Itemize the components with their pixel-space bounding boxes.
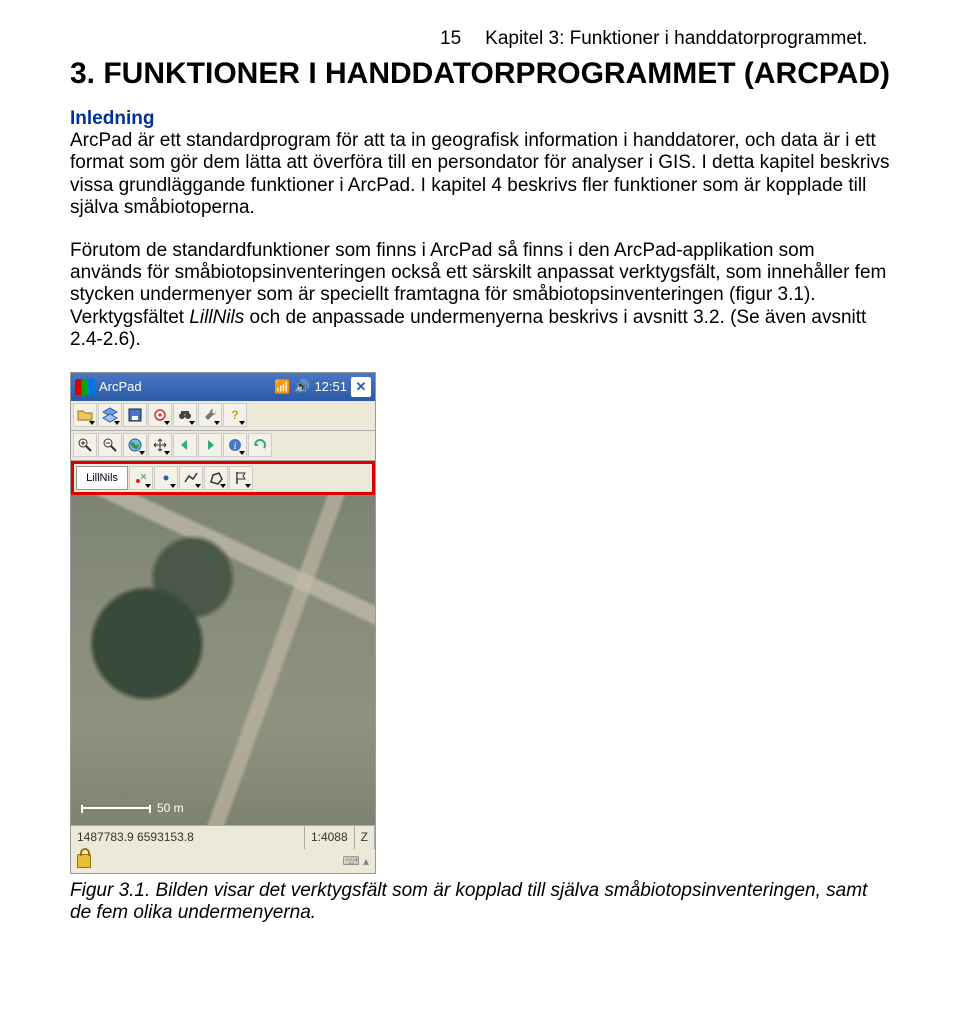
- lillnils-line-button[interactable]: [179, 466, 203, 490]
- lillnils-label[interactable]: LillNils: [76, 466, 128, 490]
- identify-button[interactable]: i: [223, 433, 247, 457]
- help-button[interactable]: ?: [223, 403, 247, 427]
- chevron-down-icon: [195, 484, 201, 488]
- question-icon: ?: [231, 408, 238, 422]
- zoom-out-button[interactable]: [98, 433, 122, 457]
- lillnils-dot-button[interactable]: [154, 466, 178, 490]
- lillnils-polygon-button[interactable]: [204, 466, 228, 490]
- gps-button[interactable]: [148, 403, 172, 427]
- close-button[interactable]: ✕: [351, 377, 371, 397]
- status-coords: 1487783.9 6593153.8: [71, 826, 305, 849]
- zoom-in-icon: [77, 437, 93, 453]
- status-scale: 1:4088: [305, 826, 355, 849]
- toolbar-navigation: i: [71, 431, 375, 461]
- disk-icon: [127, 407, 143, 423]
- chevron-down-icon: [145, 484, 151, 488]
- lock-icon[interactable]: [77, 854, 91, 868]
- lillnils-point-button[interactable]: [129, 466, 153, 490]
- chevron-down-icon: [139, 451, 145, 455]
- status-mode: Z: [355, 826, 375, 849]
- chevron-down-icon: [164, 421, 170, 425]
- toolbar-main: ?: [71, 401, 375, 431]
- figure-caption: Figur 3.1. Bilden visar det verktygsfält…: [70, 880, 890, 926]
- back-button[interactable]: [173, 433, 197, 457]
- chevron-down-icon: [170, 484, 176, 488]
- scalebar-line: [81, 807, 151, 809]
- find-button[interactable]: [173, 403, 197, 427]
- section-title: 3. FUNKTIONER I HANDDATORPROGRAMMET (ARC…: [70, 56, 890, 92]
- forward-button[interactable]: [198, 433, 222, 457]
- titlebar: ArcPad 📶 🔊 12:51 ✕: [71, 373, 375, 401]
- volume-icon: 🔊: [294, 379, 310, 395]
- tools-button[interactable]: [198, 403, 222, 427]
- intro-heading: Inledning: [70, 108, 890, 130]
- chevron-down-icon: [189, 421, 195, 425]
- bottom-bar: ⌨ ▴: [71, 849, 375, 873]
- zoom-out-icon: [102, 437, 118, 453]
- page-number: 15: [440, 28, 461, 50]
- refresh-button[interactable]: [248, 433, 272, 457]
- status-bar: 1487783.9 6593153.8 1:4088 Z: [71, 825, 375, 849]
- app-name: ArcPad: [99, 379, 142, 394]
- pan-button[interactable]: [148, 433, 172, 457]
- layers-button[interactable]: [98, 403, 122, 427]
- chevron-down-icon: [164, 451, 170, 455]
- connectivity-icon: 📶: [274, 379, 290, 395]
- page-header: 15 Kapitel 3: Funktioner i handdatorprog…: [70, 28, 890, 50]
- chapter-label: Kapitel 3: Funktioner i handdatorprogram…: [485, 28, 867, 50]
- chevron-down-icon: [239, 421, 245, 425]
- zoom-in-button[interactable]: [73, 433, 97, 457]
- map-canvas[interactable]: 50 m: [71, 495, 375, 825]
- chevron-down-icon: [239, 451, 245, 455]
- lillnils-flag-button[interactable]: [229, 466, 253, 490]
- chevron-down-icon: [214, 421, 220, 425]
- arrow-left-icon: [177, 437, 193, 453]
- para2-italic: LillNils: [189, 307, 244, 328]
- save-button[interactable]: [123, 403, 147, 427]
- paragraph-2: Förutom de standardfunktioner som finns …: [70, 240, 890, 352]
- chevron-down-icon: [220, 484, 226, 488]
- scalebar-label: 50 m: [157, 801, 184, 815]
- toolbar-lillnils: LillNils: [71, 461, 375, 495]
- clock: 12:51: [314, 379, 347, 394]
- scalebar: 50 m: [81, 801, 184, 815]
- chevron-down-icon: [89, 421, 95, 425]
- refresh-icon: [252, 437, 268, 453]
- svg-text:i: i: [234, 441, 237, 452]
- arcpad-screenshot: ArcPad 📶 🔊 12:51 ✕: [70, 372, 376, 874]
- zoom-extent-button[interactable]: [123, 433, 147, 457]
- paragraph-1: ArcPad är ett standardprogram för att ta…: [70, 130, 890, 220]
- start-icon[interactable]: [75, 379, 95, 395]
- chevron-down-icon: [114, 421, 120, 425]
- arrow-right-icon: [202, 437, 218, 453]
- keyboard-icon[interactable]: ⌨ ▴: [342, 854, 369, 868]
- open-button[interactable]: [73, 403, 97, 427]
- chevron-down-icon: [245, 484, 251, 488]
